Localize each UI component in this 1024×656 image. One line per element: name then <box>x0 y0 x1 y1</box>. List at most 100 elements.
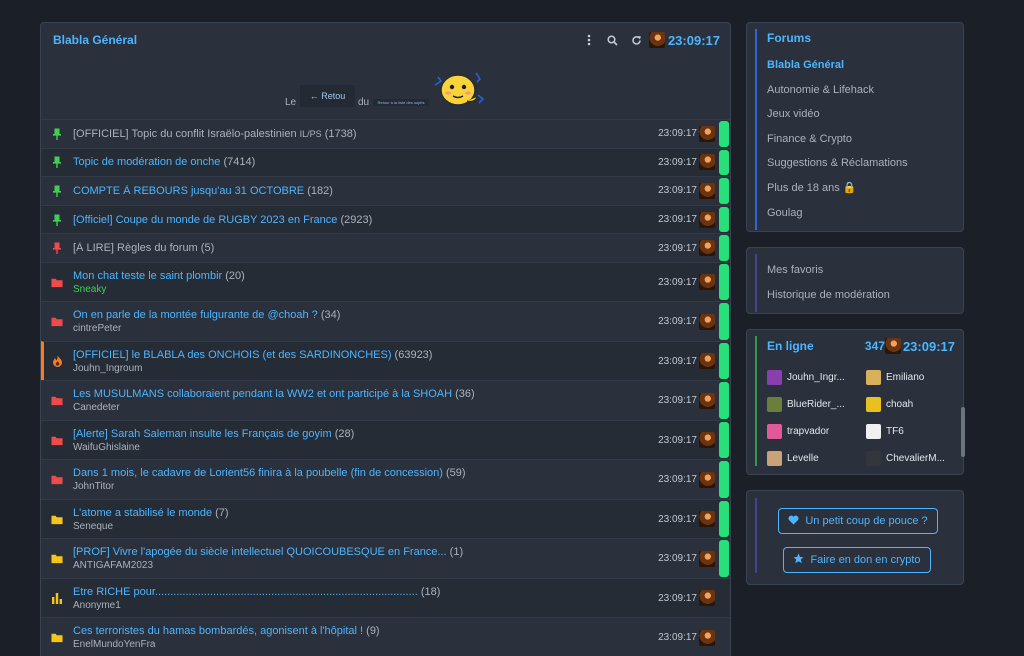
back-to-list-button[interactable]: Retour à la liste des sujets <box>373 99 429 106</box>
online-user[interactable]: Levelle <box>767 450 866 466</box>
topic-row[interactable]: [Officiel] Coupe du monde de RUGBY 2023 … <box>41 204 730 234</box>
topic-title-link[interactable]: COMPTE À REBOURS jusqu'au 31 OCTOBRE <box>73 185 304 197</box>
last-poster-avatar[interactable] <box>699 240 715 257</box>
topic-author-link[interactable]: Jouhn_Ingroum <box>73 363 658 374</box>
online-user[interactable]: trapvador <box>767 423 866 439</box>
last-poster-avatar[interactable] <box>699 550 715 567</box>
topic-row[interactable]: [OFFICIEL] Topic du conflit Israëlo-pale… <box>41 119 730 148</box>
topic-title-link[interactable]: [Alerte] Sarah Saleman insulte les Franç… <box>73 428 332 440</box>
online-user[interactable]: BlueRider_... <box>767 396 866 412</box>
online-user[interactable]: Emiliano <box>866 369 956 385</box>
last-poster-avatar[interactable] <box>699 590 715 607</box>
crypto-donate-label: Faire en don en crypto <box>810 554 921 566</box>
topic-row[interactable]: [À LIRE] Règles du forum (5) 23:09:17 <box>41 233 730 262</box>
topic-last-post-time[interactable]: 23:09:17 <box>658 395 697 406</box>
topic-title-link[interactable]: Mon chat teste le saint plombir <box>73 270 222 282</box>
online-user[interactable]: Jouhn_Ingr... <box>767 369 866 385</box>
topic-row[interactable]: COMPTE À REBOURS jusqu'au 31 OCTOBRE (18… <box>41 176 730 205</box>
last-poster-avatar[interactable] <box>699 353 715 370</box>
favorites-link[interactable]: Mes favoris <box>767 263 963 288</box>
moderation-history-link[interactable]: Historique de modération <box>767 288 963 313</box>
topic-author-link[interactable]: Sneaky <box>73 284 658 295</box>
last-poster-avatar[interactable] <box>699 313 715 330</box>
more-options-icon[interactable] <box>583 34 595 46</box>
back-button[interactable]: ← Retou <box>300 85 355 107</box>
forum-title[interactable]: Blabla Général <box>53 33 583 47</box>
topic-row[interactable]: L'atome a stabilisé le monde (7) Seneque 2… <box>41 498 730 539</box>
topic-title-link[interactable]: Ces terroristes du hamas bombardés, agon… <box>73 625 363 637</box>
topic-last-post-time[interactable]: 23:09:17 <box>658 214 697 225</box>
topic-title-link[interactable]: Dans 1 mois, le cadavre de Lorient56 fin… <box>73 467 443 479</box>
topic-last-post-time[interactable]: 23:09:17 <box>658 128 697 139</box>
topic-row[interactable]: Ces terroristes du hamas bombardés, agon… <box>41 617 730 656</box>
topic-author-link[interactable]: WaifuGhislaine <box>73 442 658 453</box>
online-user[interactable]: choah <box>866 396 956 412</box>
topic-title-link[interactable]: Les MUSULMANS collaboraient pendant la W… <box>73 388 452 400</box>
crypto-donate-button[interactable]: Faire en don en crypto <box>783 547 931 573</box>
last-poster-avatar[interactable] <box>699 211 715 228</box>
search-icon[interactable] <box>607 34 619 46</box>
topic-last-post-time[interactable]: 23:09:17 <box>658 514 697 525</box>
topic-author-link[interactable]: JohnTitor <box>73 481 658 492</box>
user-avatar <box>767 450 782 466</box>
last-poster-avatar[interactable] <box>699 125 715 142</box>
last-poster-avatar[interactable] <box>699 471 715 488</box>
topic-reply-count: (182) <box>307 184 333 197</box>
online-user[interactable]: TF6 <box>866 423 956 439</box>
topic-row[interactable]: Mon chat teste le saint plombir (20) Snea… <box>41 261 730 302</box>
topic-author-link[interactable]: EnelMundoYenFra <box>73 639 658 650</box>
topic-last-post-time[interactable]: 23:09:17 <box>658 356 697 367</box>
topic-title-link[interactable]: Topic de modération de onche <box>73 156 220 168</box>
topic-row[interactable]: Les MUSULMANS collaboraient pendant la W… <box>41 380 730 420</box>
topic-row[interactable]: Topic de modération de onche (7414) 23:09… <box>41 147 730 177</box>
topic-last-post-time[interactable]: 23:09:17 <box>658 474 697 485</box>
topic-row[interactable]: [OFFICIEL] le BLABLA des ONCHOIS (et des… <box>41 340 730 381</box>
forum-link[interactable]: Goulag <box>767 206 963 231</box>
forum-link[interactable]: Autonomie & Lifehack <box>767 83 963 108</box>
topic-title-link[interactable]: On en parle de la montée fulgurante de @… <box>73 309 318 321</box>
topic-title-link[interactable]: [À LIRE] Règles du forum <box>73 242 198 254</box>
last-poster-avatar[interactable] <box>699 629 715 646</box>
topic-author-link[interactable]: Anonyme1 <box>73 600 658 611</box>
topic-last-post-time[interactable]: 23:09:17 <box>658 185 697 196</box>
forum-link[interactable]: Finance & Crypto <box>767 132 963 157</box>
topic-title-link[interactable]: Etre RICHE pour.........................… <box>73 586 418 598</box>
last-poster-avatar[interactable] <box>699 432 715 449</box>
support-button[interactable]: Un petit coup de pouce ? <box>778 508 938 534</box>
topic-last-post-time[interactable]: 23:09:17 <box>658 277 697 288</box>
topic-last-post-time[interactable]: 23:09:17 <box>658 243 697 254</box>
topic-last-post-time[interactable]: 23:09:17 <box>658 435 697 446</box>
topic-last-post-time[interactable]: 23:09:17 <box>658 593 697 604</box>
forum-link[interactable]: Blabla Général <box>767 58 963 83</box>
topic-last-post-time[interactable]: 23:09:17 <box>658 553 697 564</box>
topic-last-post-time[interactable]: 23:09:17 <box>658 632 697 643</box>
topic-last-post-time[interactable]: 23:09:17 <box>658 157 697 168</box>
last-poster-avatar[interactable] <box>699 154 715 171</box>
online-user[interactable]: ChevalierM... <box>866 450 956 466</box>
topic-title-link[interactable]: L'atome a stabilisé le monde <box>73 507 212 519</box>
topic-author-link[interactable]: cintrePeter <box>73 323 658 334</box>
topic-author-link[interactable]: Seneque <box>73 521 658 532</box>
topic-author-link[interactable]: Canedeter <box>73 402 658 413</box>
forum-link[interactable]: Jeux vidéo <box>767 107 963 132</box>
topic-row[interactable]: Dans 1 mois, le cadavre de Lorient56 fin… <box>41 459 730 499</box>
topic-row[interactable]: Etre RICHE pour.........................… <box>41 577 730 618</box>
online-scrollbar[interactable] <box>961 407 965 457</box>
topic-title-link[interactable]: [OFFICIEL] le BLABLA des ONCHOIS (et des… <box>73 349 391 361</box>
last-poster-avatar[interactable] <box>699 392 715 409</box>
topic-last-post-time[interactable]: 23:09:17 <box>658 316 697 327</box>
topic-row[interactable]: [PROF] Vivre l'apogée du siècle intellec… <box>41 538 730 578</box>
last-poster-avatar[interactable] <box>699 511 715 528</box>
forum-link[interactable]: Suggestions & Réclamations <box>767 156 963 181</box>
refresh-icon[interactable] <box>631 34 643 46</box>
topic-title-link[interactable]: [Officiel] Coupe du monde de RUGBY 2023 … <box>73 214 337 226</box>
last-poster-avatar[interactable] <box>699 274 715 291</box>
user-avatar[interactable] <box>648 32 665 48</box>
topic-row[interactable]: [Alerte] Sarah Saleman insulte les Franç… <box>41 419 730 460</box>
topic-title-link[interactable]: [OFFICIEL] Topic du conflit Israëlo-pale… <box>73 128 297 140</box>
last-poster-avatar[interactable] <box>699 182 715 199</box>
topic-title-link[interactable]: [PROF] Vivre l'apogée du siècle intellec… <box>73 546 447 558</box>
forum-link[interactable]: Plus de 18 ans 🔒 <box>767 181 963 206</box>
topic-row[interactable]: On en parle de la montée fulgurante de @… <box>41 301 730 341</box>
topic-author-link[interactable]: ANTIGAFAM2023 <box>73 560 658 571</box>
